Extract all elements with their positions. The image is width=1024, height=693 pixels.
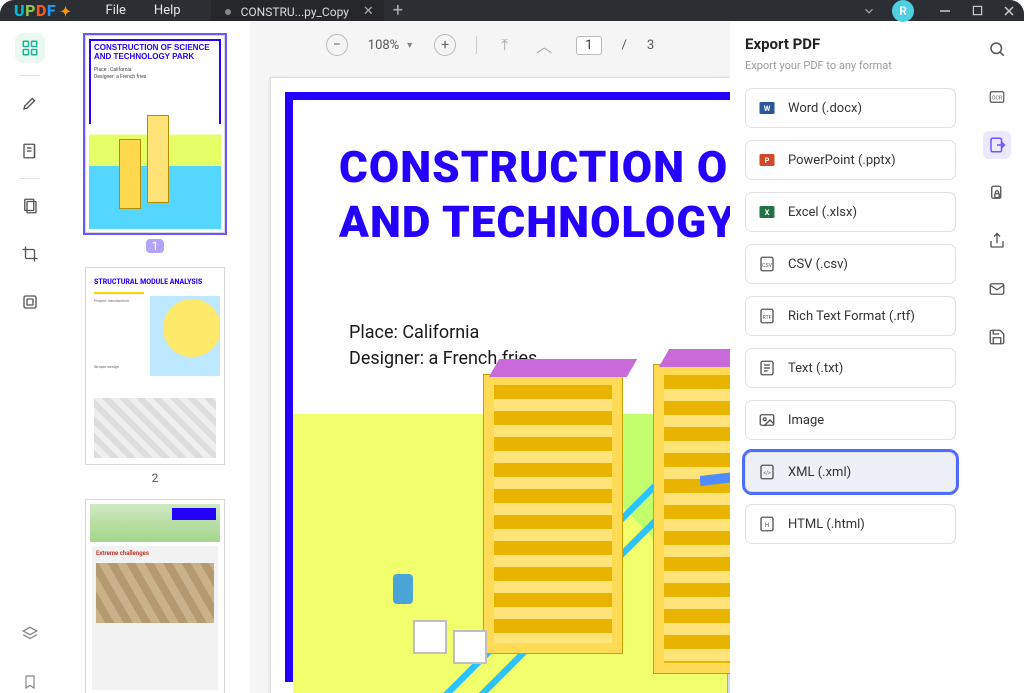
left-toolbar bbox=[0, 21, 60, 693]
save-icon[interactable] bbox=[983, 323, 1011, 351]
export-label: Word (.docx) bbox=[788, 101, 862, 116]
thumbnail-panel: CONSTRUCTION OF SCIENCE AND TECHNOLOGY P… bbox=[60, 21, 250, 693]
export-label: XML (.xml) bbox=[788, 465, 851, 480]
page-current-input[interactable]: 1 bbox=[576, 36, 601, 55]
first-page-button[interactable]: ⤒ bbox=[497, 35, 512, 55]
app-logo: UPDF✦ bbox=[14, 1, 72, 20]
export-label: CSV (.csv) bbox=[788, 257, 848, 272]
export-xml[interactable]: </> XML (.xml) bbox=[745, 452, 956, 492]
svg-text:</>: </> bbox=[763, 470, 771, 476]
right-toolbar: OCR bbox=[970, 21, 1024, 693]
tab-close-icon[interactable]: ✕ bbox=[363, 4, 374, 19]
crop-tool-icon[interactable] bbox=[15, 239, 45, 269]
compress-tool-icon[interactable] bbox=[15, 287, 45, 317]
html-icon: H bbox=[758, 515, 776, 533]
menu-file[interactable]: File bbox=[106, 3, 126, 18]
document-page[interactable]: CONSTRUCTION OF SCIAND TECHNOLOGY PAR Pl… bbox=[270, 77, 730, 693]
thumbnails-tool-icon[interactable] bbox=[15, 33, 45, 63]
thumbnail-page-1[interactable]: CONSTRUCTION OF SCIENCE AND TECHNOLOGY P… bbox=[85, 35, 225, 253]
maximize-button[interactable] bbox=[970, 4, 984, 18]
export-title: Export PDF bbox=[745, 35, 956, 53]
new-tab-button[interactable]: + bbox=[384, 0, 412, 21]
thumbnail-page-3[interactable]: Extreme challenges bbox=[85, 499, 225, 693]
document-viewer: − 108% ▼ + ⤒ ︿ 1 / 3 CONSTRUCTION OF SCI… bbox=[250, 21, 730, 693]
zoom-out-button[interactable]: − bbox=[326, 34, 348, 56]
svg-text:OCR: OCR bbox=[992, 95, 1003, 101]
export-html[interactable]: H HTML (.html) bbox=[745, 504, 956, 544]
doc-title: CONSTRUCTION OF SCIAND TECHNOLOGY PAR bbox=[293, 100, 730, 250]
close-button[interactable] bbox=[1002, 4, 1016, 18]
export-powerpoint[interactable]: P PowerPoint (.pptx) bbox=[745, 140, 956, 180]
export-rtf[interactable]: RTF Rich Text Format (.rtf) bbox=[745, 296, 956, 336]
tab-title: CONSTRU...py_Copy bbox=[241, 5, 349, 19]
app-window: UPDF✦ File Help CONSTRU...py_Copy ✕ + R bbox=[0, 0, 1024, 693]
image-icon bbox=[758, 411, 776, 429]
pages-tool-icon[interactable] bbox=[15, 191, 45, 221]
menu-help[interactable]: Help bbox=[154, 3, 181, 18]
email-icon[interactable] bbox=[983, 275, 1011, 303]
thumb2-title: STRUCTURAL MODULE ANALYSIS bbox=[86, 268, 224, 288]
document-tab[interactable]: CONSTRU...py_Copy ✕ bbox=[211, 0, 384, 21]
export-image[interactable]: Image bbox=[745, 400, 956, 440]
export-excel[interactable]: X Excel (.xlsx) bbox=[745, 192, 956, 232]
svg-text:RTF: RTF bbox=[762, 315, 771, 321]
ocr-icon[interactable]: OCR bbox=[983, 83, 1011, 111]
xml-icon: </> bbox=[758, 463, 776, 481]
doc-meta: Place: CaliforniaDesigner: a French frie… bbox=[293, 250, 730, 372]
tab-indicator-icon bbox=[225, 9, 231, 15]
doc-illustration bbox=[293, 414, 730, 693]
thumb1-number: 1 bbox=[85, 239, 225, 253]
share-icon[interactable] bbox=[983, 227, 1011, 255]
svg-text:H: H bbox=[765, 522, 769, 529]
thumbnail-page-2[interactable]: STRUCTURAL MODULE ANALYSIS Project intro… bbox=[85, 267, 225, 485]
export-csv[interactable]: CSV CSV (.csv) bbox=[745, 244, 956, 284]
export-label: HTML (.html) bbox=[788, 517, 865, 532]
txt-icon bbox=[758, 359, 776, 377]
bookmark-icon[interactable] bbox=[15, 667, 45, 693]
separator bbox=[20, 75, 40, 76]
export-text[interactable]: Text (.txt) bbox=[745, 348, 956, 388]
svg-text:P: P bbox=[765, 156, 770, 165]
export-label: Excel (.xlsx) bbox=[788, 205, 857, 220]
zoom-level: 108% bbox=[368, 38, 399, 53]
notes-tool-icon[interactable] bbox=[15, 136, 45, 166]
layers-icon[interactable] bbox=[15, 619, 45, 649]
thumb2-number: 2 bbox=[85, 471, 225, 485]
csv-icon: CSV bbox=[758, 255, 776, 273]
search-icon[interactable] bbox=[983, 35, 1011, 63]
page-total: 3 bbox=[647, 38, 654, 53]
minimize-button[interactable] bbox=[938, 4, 952, 18]
rtf-icon: RTF bbox=[758, 307, 776, 325]
prev-page-button[interactable]: ︿ bbox=[532, 33, 556, 57]
separator bbox=[20, 178, 40, 179]
separator bbox=[476, 36, 477, 54]
protect-icon[interactable] bbox=[983, 179, 1011, 207]
export-subtitle: Export your PDF to any format bbox=[745, 59, 956, 72]
word-icon: W bbox=[758, 99, 776, 117]
ppt-icon: P bbox=[758, 151, 776, 169]
user-avatar[interactable]: R bbox=[892, 0, 914, 22]
zoom-dropdown-icon[interactable]: ▼ bbox=[405, 40, 414, 51]
export-icon[interactable] bbox=[983, 131, 1011, 159]
zoom-in-button[interactable]: + bbox=[434, 34, 456, 56]
svg-text:CSV: CSV bbox=[762, 263, 773, 269]
export-panel: Export PDF Export your PDF to any format… bbox=[730, 21, 970, 693]
page-separator: / bbox=[622, 38, 627, 53]
export-label: PowerPoint (.pptx) bbox=[788, 153, 896, 168]
main-menu: File Help bbox=[106, 3, 181, 18]
export-label: Image bbox=[788, 413, 824, 428]
titlebar: UPDF✦ File Help CONSTRU...py_Copy ✕ + R bbox=[0, 0, 1024, 21]
thumb3-head: Extreme challenges bbox=[92, 546, 218, 559]
svg-text:X: X bbox=[765, 208, 770, 217]
dropdown-icon[interactable] bbox=[862, 4, 876, 18]
highlight-tool-icon[interactable] bbox=[15, 88, 45, 118]
export-word[interactable]: W Word (.docx) bbox=[745, 88, 956, 128]
export-label: Rich Text Format (.rtf) bbox=[788, 309, 915, 324]
excel-icon: X bbox=[758, 203, 776, 221]
svg-text:W: W bbox=[764, 104, 771, 113]
export-label: Text (.txt) bbox=[788, 361, 843, 376]
viewer-toolbar: − 108% ▼ + ⤒ ︿ 1 / 3 bbox=[250, 33, 730, 57]
